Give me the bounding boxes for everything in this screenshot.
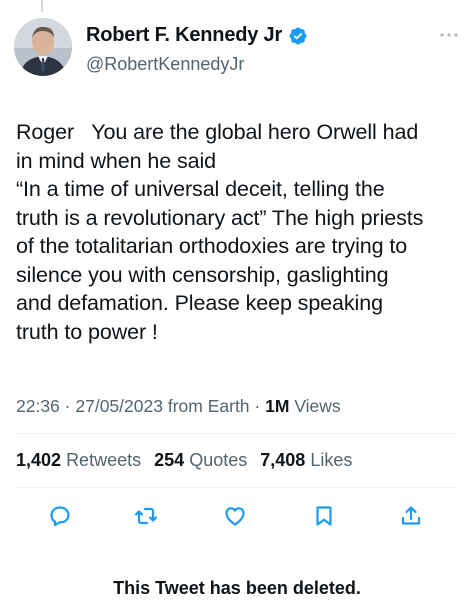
bookmark-button[interactable] <box>310 502 338 530</box>
divider <box>16 487 458 488</box>
like-button[interactable] <box>221 502 249 530</box>
likes-stat[interactable]: 7,408 Likes <box>260 450 352 470</box>
like-icon <box>225 507 245 526</box>
quotes-count: 254 <box>154 450 185 470</box>
likes-label: Likes <box>310 450 353 470</box>
tweet-meta: 22:36 · 27/05/2023 from Earth · 1M Views <box>16 396 341 417</box>
views-label: Views <box>294 396 341 416</box>
reply-button[interactable] <box>46 502 74 530</box>
author-name-row: Robert F. Kennedy Jr <box>86 24 308 47</box>
deleted-tweet-notice: This Tweet has been deleted. <box>113 578 361 598</box>
quotes-stat[interactable]: 254 Quotes <box>154 450 247 470</box>
meta-separator: · <box>64 396 76 416</box>
likes-count: 7,408 <box>260 450 306 470</box>
tweet-date[interactable]: 27/05/2023 <box>75 396 163 416</box>
verified-badge-icon <box>289 26 307 45</box>
tweet-time[interactable]: 22:36 <box>16 396 60 416</box>
retweets-stat[interactable]: 1,402 Retweets <box>16 450 141 470</box>
avatar[interactable] <box>14 18 72 76</box>
author-handle[interactable]: @RobertKennedyJr <box>86 54 244 75</box>
reply-icon <box>50 506 70 527</box>
meta-separator: · <box>254 396 266 416</box>
more-options-icon[interactable] <box>438 28 460 42</box>
tweet-text: Roger You are the global hero Orwell had… <box>16 120 424 344</box>
engagement-stats: 1,402 Retweets 254 Quotes 7,408 Likes <box>16 450 360 471</box>
divider <box>16 433 458 434</box>
action-bar <box>0 502 474 530</box>
tweet-source: from Earth <box>167 396 250 416</box>
bookmark-icon <box>316 506 332 526</box>
views-count[interactable]: 1M <box>265 396 289 416</box>
retweets-count: 1,402 <box>16 450 62 470</box>
share-button[interactable] <box>397 502 425 530</box>
retweet-button[interactable] <box>132 502 160 530</box>
share-icon <box>401 506 421 525</box>
retweet-icon <box>134 507 158 525</box>
author-display-name[interactable]: Robert F. Kennedy Jr <box>86 24 282 47</box>
quotes-label: Quotes <box>189 450 248 470</box>
retweets-label: Retweets <box>66 450 142 470</box>
thread-connector-line <box>41 0 43 12</box>
avatar-photo <box>14 18 72 76</box>
